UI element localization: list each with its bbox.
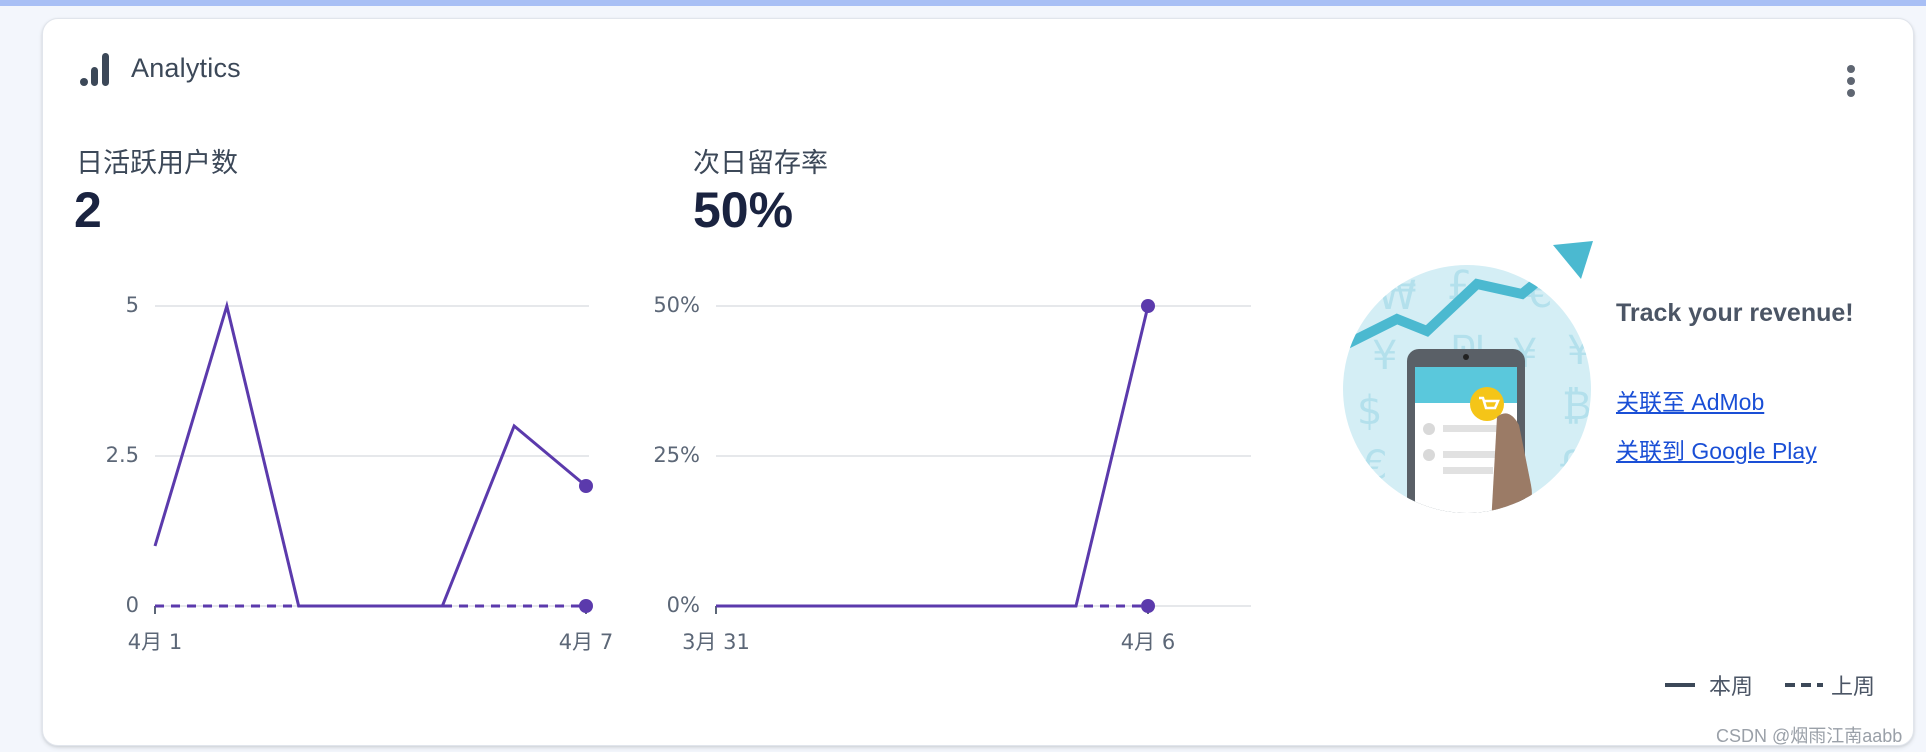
retention-chart: 50% 25% 0% 3月 31 4月 6: [653, 293, 1251, 654]
solid-line-swatch: [1665, 683, 1695, 687]
retention-value: 50%: [693, 182, 794, 238]
legend-label: 本周: [1709, 674, 1754, 699]
svg-text:€: €: [1527, 271, 1552, 317]
card-title: Analytics: [131, 53, 241, 83]
svg-text:€: €: [1362, 443, 1387, 489]
series-end-point: [1141, 299, 1155, 313]
legend-label: 上周: [1831, 674, 1876, 699]
dau-value: 2: [74, 182, 102, 238]
more-vert-icon[interactable]: [1841, 65, 1861, 105]
y-tick-label: 50%: [653, 293, 700, 317]
svg-text:£: £: [1557, 443, 1582, 489]
retention-label: 次日留存率: [693, 148, 828, 178]
dau-chart: 5 2.5 0 4月 1 4月 7: [106, 293, 614, 654]
svg-text:¥: ¥: [1372, 333, 1397, 379]
bar-chart-icon: [80, 53, 109, 86]
top-accent-strip: [0, 0, 1926, 6]
legend-this-week: 本周: [1665, 669, 1753, 701]
analytics-card: Analytics 日活跃用户数 2 次日留存率 50% 5 2.5 0 4月 …: [42, 18, 1914, 746]
y-tick-label: 5: [126, 293, 139, 317]
series-end-point: [579, 479, 593, 493]
x-tick-label: 4月 1: [128, 630, 182, 654]
svg-text:₿: ₿: [1562, 383, 1592, 429]
y-tick-label: 0%: [667, 593, 700, 617]
y-tick-label: 25%: [653, 443, 700, 467]
x-tick-label: 4月 6: [1121, 630, 1175, 654]
x-tick-label: 3月 31: [682, 630, 750, 654]
legend-last-week: 上周: [1785, 669, 1875, 701]
svg-text:$: $: [1357, 388, 1382, 434]
promo-title: Track your revenue!: [1616, 299, 1854, 327]
revenue-phone-illustration: ₩£€ ¥₪¥ ¥$₿ €£: [1343, 241, 1593, 513]
dashed-line-swatch: [1785, 683, 1823, 687]
svg-text:¥: ¥: [1567, 328, 1592, 374]
link-google-play[interactable]: 关联到 Google Play: [1616, 432, 1817, 466]
y-tick-label: 2.5: [106, 443, 139, 467]
link-admob[interactable]: 关联至 AdMob: [1616, 383, 1764, 417]
series-end-point: [579, 599, 593, 613]
svg-text:₩: ₩: [1377, 273, 1417, 319]
watermark: CSDN @烟雨江南aabb: [1716, 726, 1903, 746]
y-tick-label: 0: [126, 593, 139, 617]
dau-label: 日活跃用户数: [76, 148, 238, 178]
series-end-point: [1141, 599, 1155, 613]
